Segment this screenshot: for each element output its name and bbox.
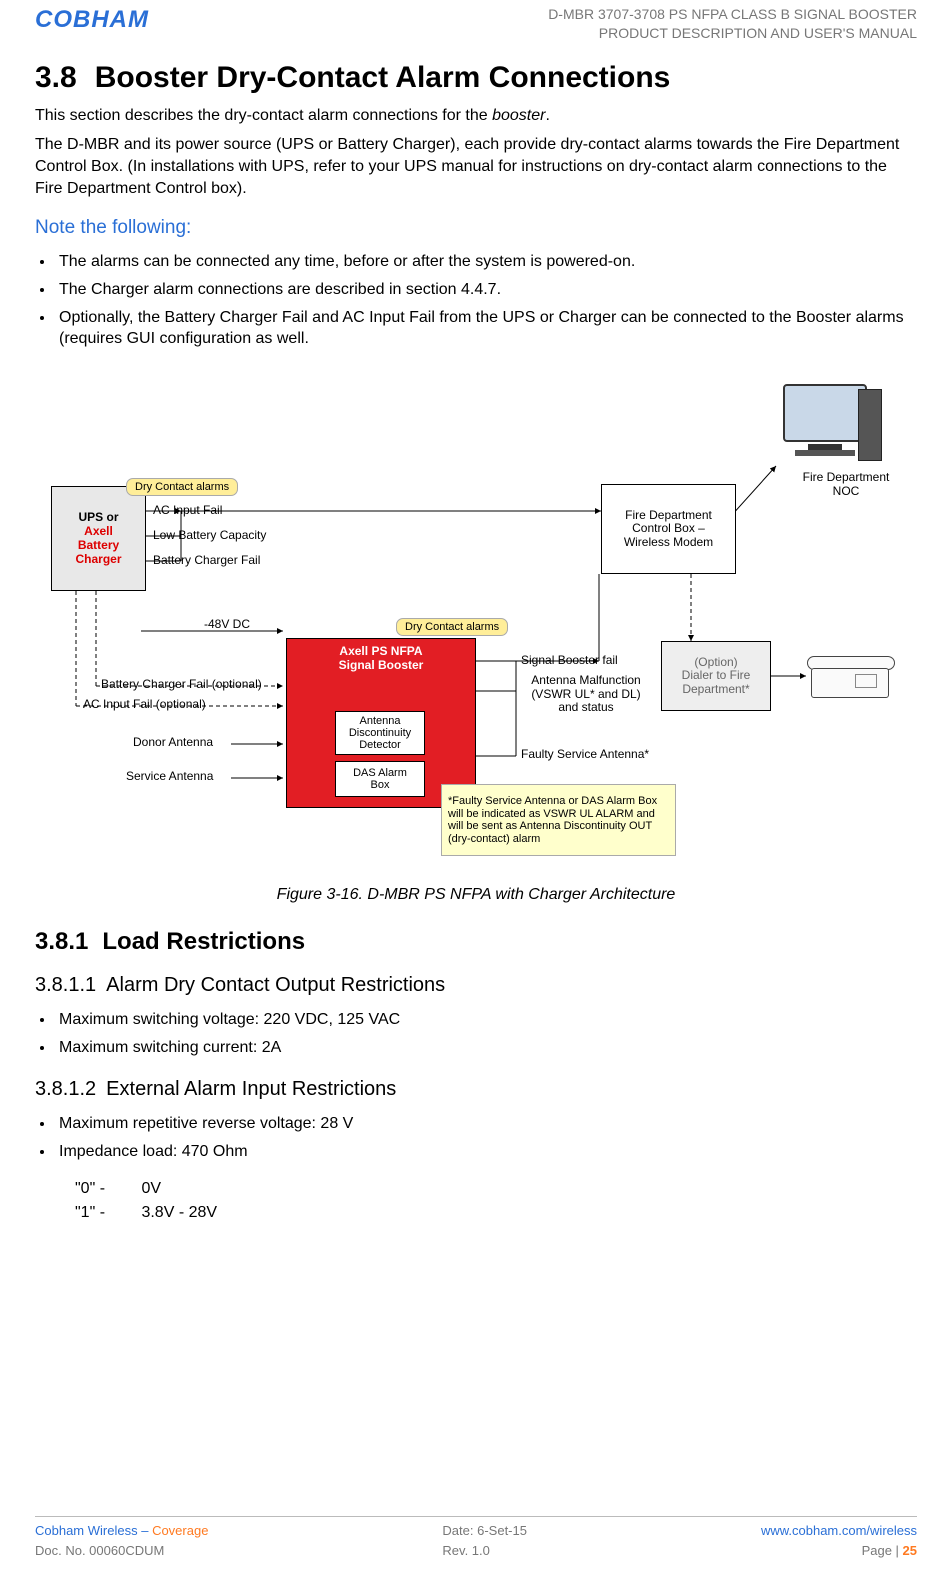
note-bullet: The Charger alarm connections are descri… bbox=[55, 280, 917, 301]
footer-date: Date: 6-Set-15 bbox=[442, 1521, 527, 1541]
spec-bullet: Maximum switching current: 2A bbox=[55, 1038, 917, 1059]
section-number: 3.8 bbox=[35, 61, 77, 94]
spec-bullet: Maximum repetitive reverse voltage: 28 V bbox=[55, 1114, 917, 1135]
ups-alarm-ac: AC Input Fail bbox=[153, 504, 222, 517]
dashed-batt-fail: Battery Charger Fail (optional) bbox=[101, 678, 262, 691]
dashed-ac-fail: AC Input Fail (optional) bbox=[83, 698, 206, 711]
computer-icon bbox=[773, 384, 883, 479]
ups-line3: Battery Charger bbox=[55, 539, 142, 567]
footer-url: www.cobham.com/wireless bbox=[761, 1521, 917, 1541]
logic-val: 0V bbox=[141, 1180, 161, 1197]
heading-3-8-1: 3.8.1 Load Restrictions bbox=[35, 928, 917, 956]
red-box-line1: Axell PS NFPA bbox=[339, 645, 422, 659]
ups-line1: UPS or bbox=[55, 511, 142, 525]
ups-alarm-lowbatt: Low Battery Capacity bbox=[153, 529, 266, 542]
out-alarm-antenna-malf: Antenna Malfunction (VSWR UL* and DL) an… bbox=[521, 674, 651, 714]
ups-charger-box: UPS or Axell Battery Charger bbox=[51, 486, 146, 591]
intro-paragraph-2: The D-MBR and its power source (UPS or B… bbox=[35, 134, 917, 199]
signal-booster-box: Axell PS NFPA Signal Booster Antenna Dis… bbox=[286, 638, 476, 808]
heading-num: 3.8.1.1 bbox=[35, 974, 96, 996]
intro-text: This section describes the dry-contact a… bbox=[35, 107, 492, 124]
fire-dept-control-box: Fire Department Control Box – Wireless M… bbox=[601, 484, 736, 574]
dry-contact-label-2: Dry Contact alarms bbox=[396, 618, 508, 636]
logic-key: "0" - bbox=[75, 1180, 137, 1198]
note-bullet: The alarms can be connected any time, be… bbox=[55, 252, 917, 273]
logic-key: "1" - bbox=[75, 1204, 137, 1222]
header-manual-line: PRODUCT DESCRIPTION AND USER'S MANUAL bbox=[548, 24, 917, 43]
intro-paragraph-1: This section describes the dry-contact a… bbox=[35, 105, 917, 127]
heading-text: External Alarm Input Restrictions bbox=[106, 1078, 396, 1100]
footer-brand-sep: – bbox=[138, 1523, 152, 1538]
heading-num: 3.8.1 bbox=[35, 928, 88, 955]
logic-val: 3.8V - 28V bbox=[141, 1204, 217, 1221]
intro-booster-em: booster bbox=[492, 107, 545, 124]
ups-line2: Axell bbox=[55, 525, 142, 539]
footer-rev: Rev. 1.0 bbox=[442, 1541, 527, 1561]
spec-bullet: Impedance load: 470 Ohm bbox=[55, 1142, 917, 1163]
footer-brand-a: Cobham Wireless bbox=[35, 1523, 138, 1538]
out-alarm-faulty-service: Faulty Service Antenna* bbox=[521, 748, 649, 761]
heading-text: Alarm Dry Contact Output Restrictions bbox=[106, 974, 445, 996]
intro-period: . bbox=[545, 107, 549, 124]
ups-alarm-chgfail: Battery Charger Fail bbox=[153, 554, 260, 567]
spec-bullet: Maximum switching voltage: 220 VDC, 125 … bbox=[55, 1010, 917, 1031]
footer-page-label: Page | bbox=[862, 1543, 903, 1558]
heading-3-8-1-2: 3.8.1.2 External Alarm Input Restrictions bbox=[35, 1078, 917, 1101]
dry-contact-label-1: Dry Contact alarms bbox=[126, 478, 238, 496]
dc-label: -48V DC bbox=[204, 618, 250, 631]
heading-3-8-1-1: 3.8.1.1 Alarm Dry Contact Output Restrict… bbox=[35, 974, 917, 997]
section-heading-3-8: 3.8 Booster Dry-Contact Alarm Connections bbox=[35, 61, 917, 95]
note-heading: Note the following: bbox=[35, 217, 917, 239]
note-bullet: Optionally, the Battery Charger Fail and… bbox=[55, 308, 917, 350]
heading-num: 3.8.1.2 bbox=[35, 1078, 96, 1100]
out-alarm-booster-fail: Signal Booster fail bbox=[521, 654, 618, 667]
logic-level-row: "1" - 3.8V - 28V bbox=[75, 1204, 917, 1222]
heading-text: Load Restrictions bbox=[102, 928, 305, 955]
service-antenna-label: Service Antenna bbox=[126, 770, 213, 783]
svg-text:COBHAM: COBHAM bbox=[35, 6, 149, 33]
section-title-text: Booster Dry-Contact Alarm Connections bbox=[95, 61, 671, 94]
header-product-line: D-MBR 3707-3708 PS NFPA CLASS B SIGNAL B… bbox=[548, 5, 917, 24]
red-box-line2: Signal Booster bbox=[339, 659, 424, 673]
option-dialer-box: (Option) Dialer to Fire Department* bbox=[661, 641, 771, 711]
add-inner-box: Antenna Discontinuity Detector bbox=[335, 711, 425, 755]
das-inner-box: DAS Alarm Box bbox=[335, 761, 425, 797]
figure-caption: Figure 3-16. D-MBR PS NFPA with Charger … bbox=[35, 886, 917, 904]
figure-footnote-box: *Faulty Service Antenna or DAS Alarm Box… bbox=[441, 784, 676, 856]
page-footer: Cobham Wireless – Coverage Doc. No. 0006… bbox=[35, 1516, 917, 1560]
phone-icon bbox=[811, 646, 916, 706]
cobham-logo: COBHAM bbox=[35, 5, 195, 35]
figure-3-16: UPS or Axell Battery Charger Dry Contact… bbox=[35, 366, 917, 876]
footer-page-num: 25 bbox=[903, 1543, 917, 1558]
donor-antenna-label: Donor Antenna bbox=[133, 736, 213, 749]
logic-level-row: "0" - 0V bbox=[75, 1180, 917, 1198]
footer-doc-no: Doc. No. 00060CDUM bbox=[35, 1541, 208, 1561]
footer-brand-b: Coverage bbox=[152, 1523, 208, 1538]
